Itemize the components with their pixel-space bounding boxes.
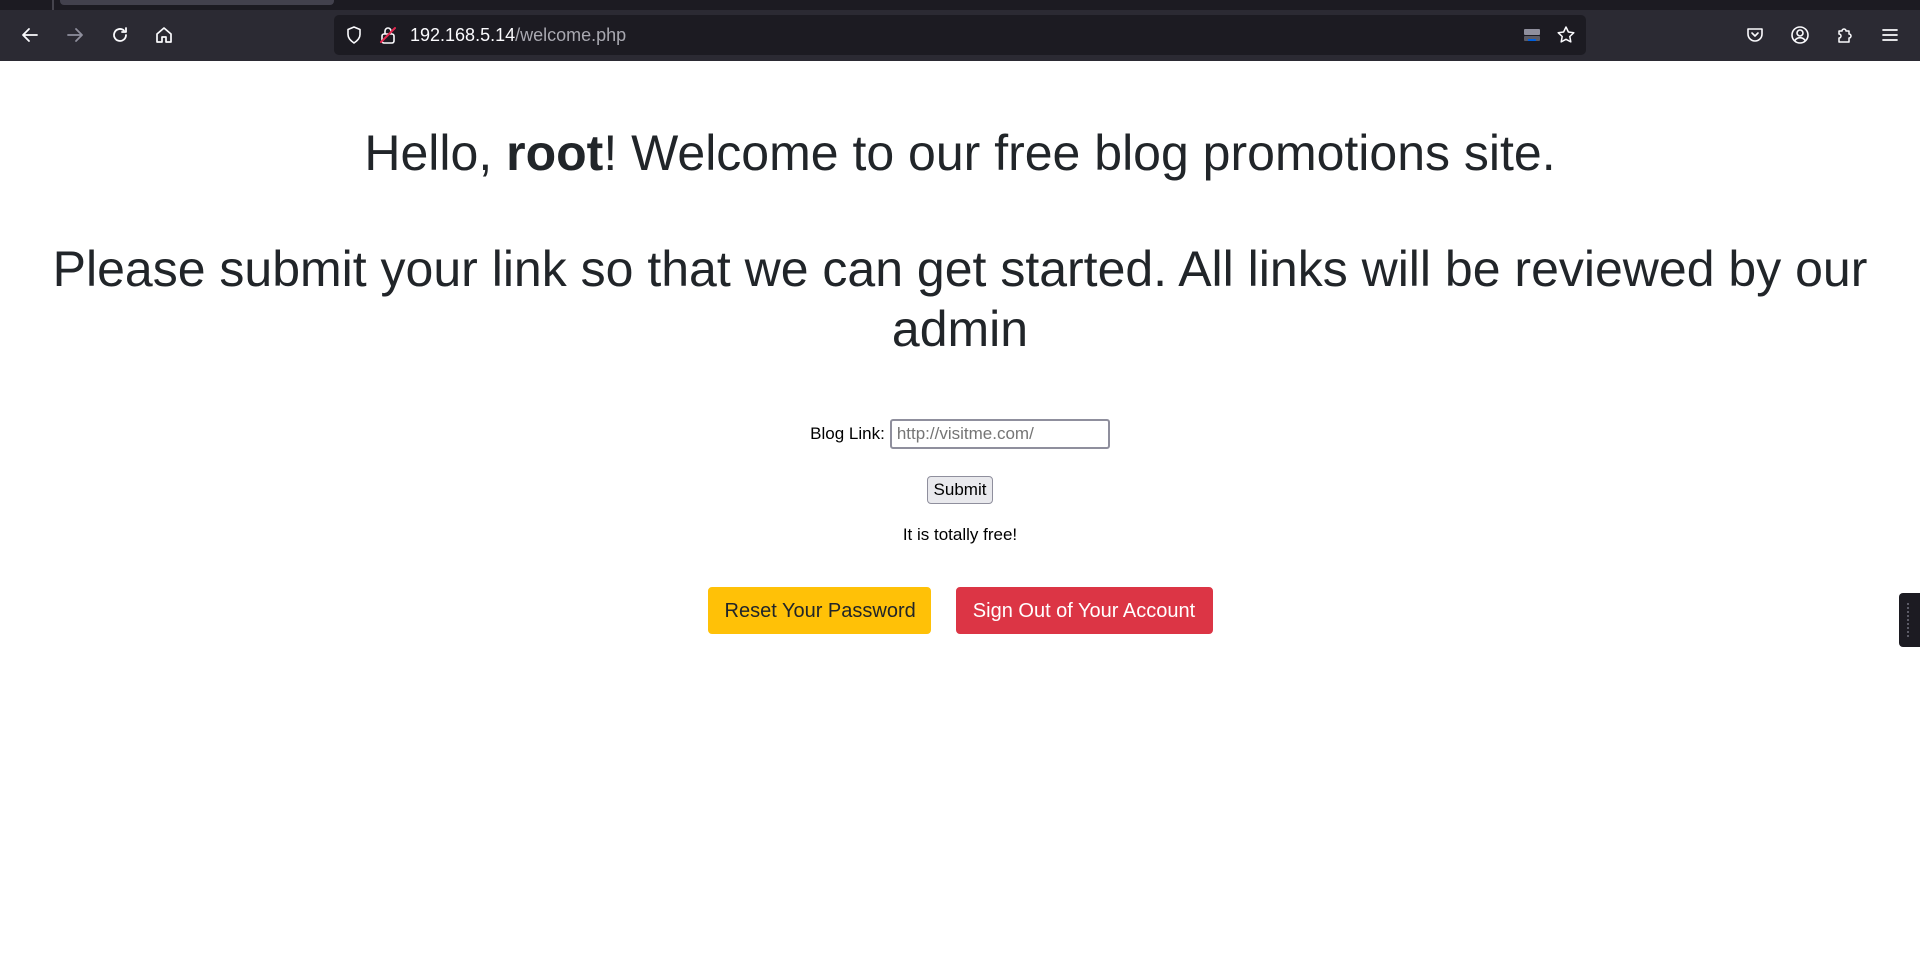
- instructions-heading: Please submit your link so that we can g…: [52, 241, 1868, 357]
- grip-icon: [1907, 603, 1911, 637]
- back-button[interactable]: [14, 19, 46, 51]
- blog-link-form: Blog Link:: [0, 419, 1920, 449]
- reload-icon: [113, 27, 127, 42]
- blog-link-label: Blog Link:: [810, 424, 885, 443]
- shield-icon[interactable]: [344, 25, 364, 45]
- home-icon: [156, 27, 172, 43]
- pocket-icon[interactable]: [1743, 23, 1767, 47]
- account-actions: Reset Your Password Sign Out of Your Acc…: [0, 587, 1920, 634]
- hamburger-menu-icon[interactable]: [1878, 23, 1902, 47]
- tab-strip: [0, 0, 1920, 10]
- reset-password-button[interactable]: Reset Your Password: [707, 587, 931, 634]
- forward-button[interactable]: [59, 19, 91, 51]
- browser-toolbar: 192.168.5.14/welcome.php: [0, 0, 1920, 61]
- sidebar-handle[interactable]: [1899, 593, 1920, 647]
- greeting-heading: Hello, root! Welcome to our free blog pr…: [0, 121, 1920, 185]
- greeting-suffix: ! Welcome to our free blog promotions si…: [603, 125, 1556, 181]
- greeting-prefix: Hello,: [364, 125, 507, 181]
- active-tab[interactable]: [60, 0, 334, 5]
- reader-view-icon[interactable]: [1522, 25, 1542, 45]
- back-arrow-icon: [22, 28, 38, 42]
- free-note: It is totally free!: [902, 525, 1018, 544]
- url-bar[interactable]: 192.168.5.14/welcome.php: [334, 15, 1586, 55]
- url-host: 192.168.5.14: [410, 25, 516, 45]
- puzzle-icon[interactable]: [1833, 23, 1857, 47]
- url-text[interactable]: 192.168.5.14/welcome.php: [410, 25, 626, 45]
- tab-separator: [52, 0, 54, 10]
- insecure-lock-icon[interactable]: [378, 25, 398, 45]
- submit-button[interactable]: Submit: [926, 476, 994, 504]
- username: root: [506, 125, 604, 181]
- reload-button[interactable]: [104, 19, 136, 51]
- url-path: /welcome.php: [515, 25, 627, 45]
- forward-arrow-icon: [67, 28, 83, 42]
- submit-row: Submit: [0, 476, 1920, 504]
- sign-out-button[interactable]: Sign Out of Your Account: [955, 587, 1213, 634]
- account-icon[interactable]: [1788, 23, 1812, 47]
- page-content: Hello, root! Welcome to our free blog pr…: [0, 61, 1920, 980]
- home-button[interactable]: [148, 19, 180, 51]
- blog-link-input[interactable]: [889, 419, 1110, 449]
- star-icon[interactable]: [1556, 25, 1576, 45]
